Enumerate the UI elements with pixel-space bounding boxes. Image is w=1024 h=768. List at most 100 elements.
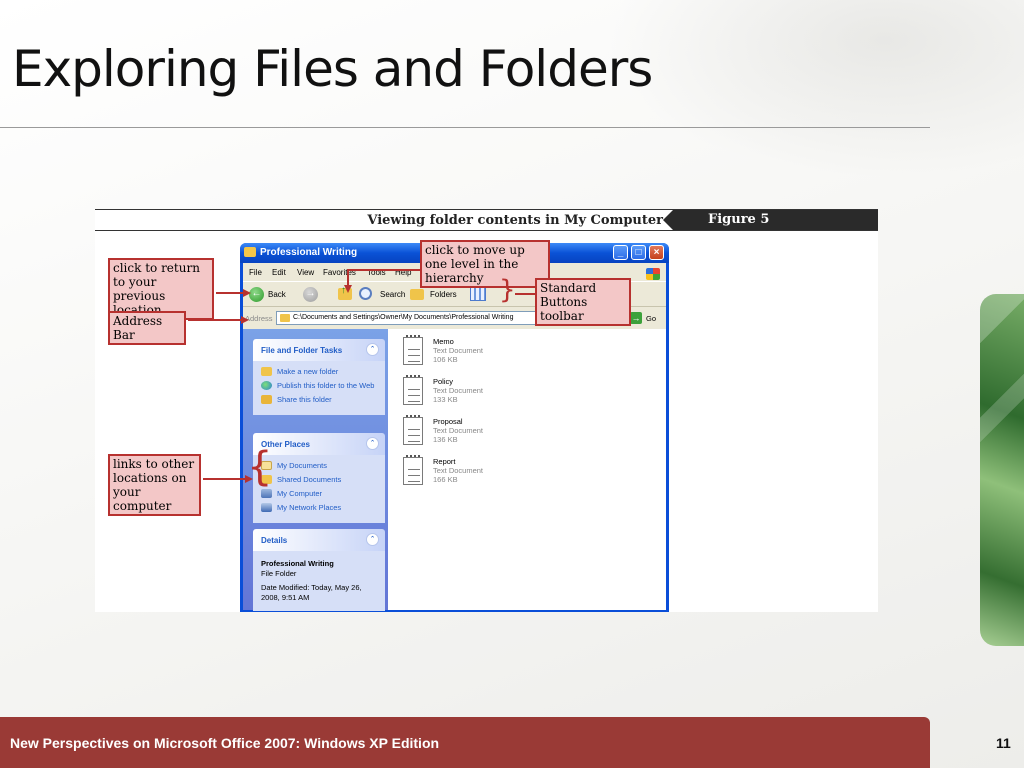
leaf-decoration-image: [980, 294, 1024, 646]
go-button[interactable]: Go: [646, 314, 656, 323]
callout-standard-toolbar: Standard Buttons toolbar: [535, 278, 631, 326]
make-new-folder-link[interactable]: Make a new folder: [261, 367, 379, 376]
computer-icon: [261, 489, 272, 498]
globe-icon: [261, 381, 272, 390]
details-modified: Date Modified: Today, May 26, 2008, 9:51…: [261, 583, 362, 602]
maximize-button[interactable]: □: [631, 245, 646, 260]
file-item[interactable]: Report Text Document 166 KB: [403, 455, 603, 497]
back-arrow-icon[interactable]: ←: [249, 287, 264, 302]
menu-edit[interactable]: Edit: [272, 268, 286, 277]
figure: Viewing folder contents in My Computer F…: [95, 209, 878, 612]
folder-icon: [280, 314, 290, 322]
panel-body: Make a new folder Publish this folder to…: [253, 361, 385, 415]
details-panel: Details ⌃ Professional Writing File Fold…: [253, 529, 385, 611]
callout-arrow: [347, 269, 349, 286]
file-type: Text Document: [433, 426, 484, 435]
file-size: 166 KB: [433, 475, 458, 484]
figure-header: Viewing folder contents in My Computer F…: [95, 209, 878, 231]
file-item[interactable]: Proposal Text Document 136 KB: [403, 415, 603, 457]
shared-documents-link[interactable]: Shared Documents: [261, 475, 379, 484]
file-folder-tasks-panel: File and Folder Tasks ⌃ Make a new folde…: [253, 339, 385, 415]
folders-icon[interactable]: [410, 289, 424, 300]
callout-address-bar: Address Bar: [108, 311, 186, 345]
callout-arrowhead: [344, 285, 352, 293]
address-label: Address: [245, 314, 273, 323]
network-icon: [261, 503, 272, 512]
details-name: Professional Writing: [261, 559, 334, 568]
figure-caption: Viewing folder contents in My Computer: [367, 213, 663, 228]
page-number: 11: [996, 735, 1011, 751]
file-type: Text Document: [433, 386, 484, 395]
views-icon[interactable]: [470, 287, 486, 301]
panel-header[interactable]: Other Places ⌃: [253, 433, 385, 455]
menu-file[interactable]: File: [249, 268, 262, 277]
folders-button[interactable]: Folders: [430, 290, 457, 299]
window-client-area: File and Folder Tasks ⌃ Make a new folde…: [243, 329, 666, 611]
minimize-button[interactable]: _: [613, 245, 628, 260]
publish-folder-link[interactable]: Publish this folder to the Web: [261, 381, 379, 390]
file-size: 133 KB: [433, 395, 458, 404]
address-value: C:\Documents and Settings\Owner\My Docum…: [293, 314, 514, 321]
text-document-icon: [403, 375, 423, 405]
panel-title: Details: [261, 536, 288, 545]
text-document-icon: [403, 335, 423, 365]
file-item[interactable]: Memo Text Document 106 KB: [403, 335, 603, 377]
collapse-icon[interactable]: ⌃: [366, 437, 379, 450]
callout-other-locations: links to other locations on your compute…: [108, 454, 201, 516]
search-button[interactable]: Search: [380, 290, 405, 299]
panel-header[interactable]: Details ⌃: [253, 529, 385, 551]
windows-logo-icon: [646, 268, 660, 280]
file-size: 136 KB: [433, 435, 458, 444]
file-name: Proposal: [433, 417, 463, 426]
file-list: Memo Text Document 106 KB Policy Text Do…: [398, 329, 666, 610]
background-decoration: [560, 0, 1024, 200]
callout-arrow: [216, 292, 246, 294]
file-item[interactable]: Policy Text Document 133 KB: [403, 375, 603, 417]
callout-arrowhead: [241, 316, 249, 324]
text-document-icon: [403, 455, 423, 485]
figure-label-box: Figure 5: [663, 210, 878, 230]
file-name: Policy: [433, 377, 454, 386]
file-name: Memo: [433, 337, 454, 346]
my-documents-link[interactable]: My Documents: [261, 461, 379, 470]
panel-body: Professional Writing File Folder Date Mo…: [253, 551, 385, 611]
slide-title: Exploring Files and Folders: [12, 40, 653, 98]
callout-arrow: [203, 478, 248, 480]
search-icon[interactable]: [359, 287, 372, 300]
callout-up-level: click to move up one level in the hierar…: [420, 240, 550, 288]
share-folder-icon: [261, 395, 272, 404]
details-type: File Folder: [261, 569, 297, 578]
file-type: Text Document: [433, 346, 484, 355]
footer-text: New Perspectives on Microsoft Office 200…: [10, 735, 440, 751]
other-places-panel: Other Places ⌃ My Documents Shared Docum…: [253, 433, 385, 523]
callout-arrow: [188, 319, 244, 321]
my-computer-link[interactable]: My Computer: [261, 489, 379, 498]
back-button[interactable]: Back: [268, 290, 286, 299]
figure-label: Figure 5: [708, 212, 770, 227]
file-size: 106 KB: [433, 355, 458, 364]
forward-arrow-icon[interactable]: →: [303, 287, 318, 302]
window-title: Professional Writing: [260, 247, 358, 258]
collapse-icon[interactable]: ⌃: [366, 343, 379, 356]
callout-arrow: [348, 269, 422, 271]
slide-footer: New Perspectives on Microsoft Office 200…: [0, 717, 930, 768]
my-network-places-link[interactable]: My Network Places: [261, 503, 379, 512]
panel-body: My Documents Shared Documents My Compute…: [253, 455, 385, 523]
folder-icon: [244, 247, 256, 257]
title-divider: [0, 127, 930, 128]
new-folder-icon: [261, 367, 272, 376]
text-document-icon: [403, 415, 423, 445]
collapse-icon[interactable]: ⌃: [366, 533, 379, 546]
file-type: Text Document: [433, 466, 484, 475]
callout-arrowhead: [243, 289, 251, 297]
places-brace: {: [247, 444, 273, 490]
panel-title: File and Folder Tasks: [261, 346, 343, 355]
toolbar-brace: }: [499, 275, 516, 305]
panel-header[interactable]: File and Folder Tasks ⌃: [253, 339, 385, 361]
menu-view[interactable]: View: [297, 268, 314, 277]
file-name: Report: [433, 457, 456, 466]
close-button[interactable]: ×: [649, 245, 664, 260]
go-arrow-icon[interactable]: →: [630, 312, 642, 324]
callout-arrow: [515, 293, 535, 295]
share-folder-link[interactable]: Share this folder: [261, 395, 379, 404]
